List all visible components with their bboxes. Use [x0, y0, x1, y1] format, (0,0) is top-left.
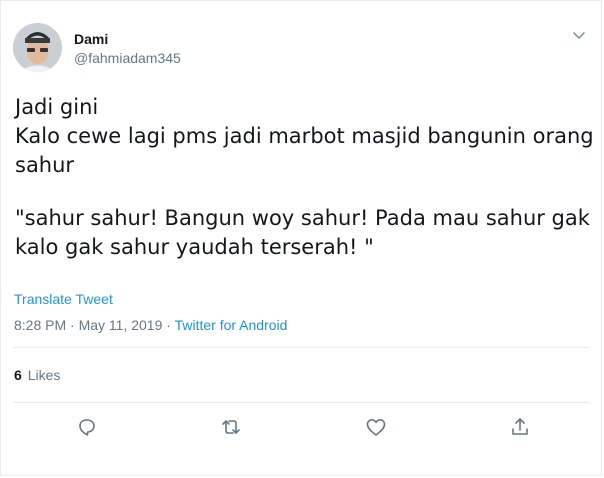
like-button[interactable]	[364, 415, 388, 439]
likes-stat[interactable]: 6 Likes	[14, 367, 60, 383]
translate-tweet-link[interactable]: Translate Tweet	[14, 291, 113, 307]
author-info[interactable]: Dami @fahmiadam345	[74, 31, 181, 66]
retweet-icon	[222, 420, 240, 434]
reply-button[interactable]	[75, 415, 99, 439]
retweet-button[interactable]	[219, 415, 243, 439]
timestamp[interactable]: 8:28 PM · May 11, 2019	[14, 317, 162, 333]
author-handle[interactable]: @fahmiadam345	[74, 50, 181, 66]
tweet-text-line: Jadi gini	[15, 95, 99, 119]
likes-label: Likes	[27, 367, 61, 383]
tweet-card: Dami @fahmiadam345 Jadi gini Kalo cewe l…	[0, 0, 602, 476]
divider	[13, 402, 589, 403]
share-button[interactable]	[508, 415, 532, 439]
tweet-text: Jadi gini Kalo cewe lagi pms jadi marbot…	[15, 93, 595, 262]
meta-separator: ·	[162, 317, 175, 333]
share-icon	[512, 418, 528, 435]
chevron-down-icon[interactable]	[571, 29, 587, 43]
source-link[interactable]: Twitter for Android	[175, 317, 288, 333]
action-bar	[1, 415, 601, 441]
tweet-text-line: Kalo cewe lagi pms jadi marbot masjid ba…	[15, 124, 594, 177]
tweet-text-line: "sahur sahur! Bangun woy sahur! Pada mau…	[15, 206, 590, 259]
reply-icon	[79, 419, 95, 436]
author-name[interactable]: Dami	[74, 31, 181, 47]
heart-icon	[366, 419, 386, 436]
avatar[interactable]	[13, 23, 62, 72]
tweet-meta: 8:28 PM · May 11, 2019 · Twitter for And…	[14, 317, 287, 333]
divider	[13, 347, 589, 348]
likes-count: 6	[14, 367, 22, 383]
